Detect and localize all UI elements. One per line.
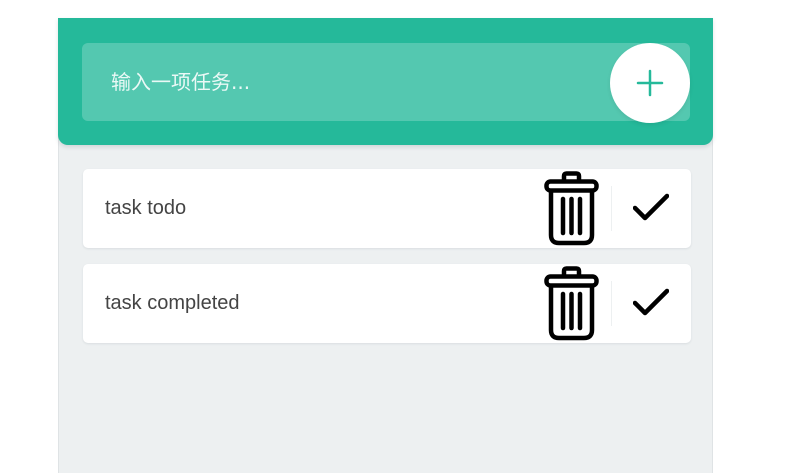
plus-icon	[636, 69, 664, 97]
button-divider	[611, 281, 612, 326]
check-icon	[633, 288, 669, 316]
trash-icon	[544, 171, 599, 246]
todo-text: task completed	[105, 292, 240, 314]
todo-item: task todo	[83, 169, 691, 248]
complete-task-button[interactable]	[623, 186, 679, 231]
complete-task-button[interactable]	[623, 281, 679, 326]
check-icon	[633, 193, 669, 221]
todo-app: task todo task completed	[58, 18, 713, 473]
todo-text: task todo	[105, 197, 187, 219]
task-input[interactable]	[82, 43, 602, 121]
button-divider	[611, 186, 612, 231]
todo-item: task completed	[83, 264, 691, 343]
remove-task-button[interactable]	[542, 266, 601, 341]
add-task-button[interactable]	[610, 43, 690, 123]
task-input-wrapper	[82, 43, 690, 123]
remove-task-button[interactable]	[542, 171, 601, 246]
trash-icon	[544, 266, 599, 341]
app-header	[58, 18, 713, 145]
todo-list: task todo task completed	[83, 169, 691, 359]
